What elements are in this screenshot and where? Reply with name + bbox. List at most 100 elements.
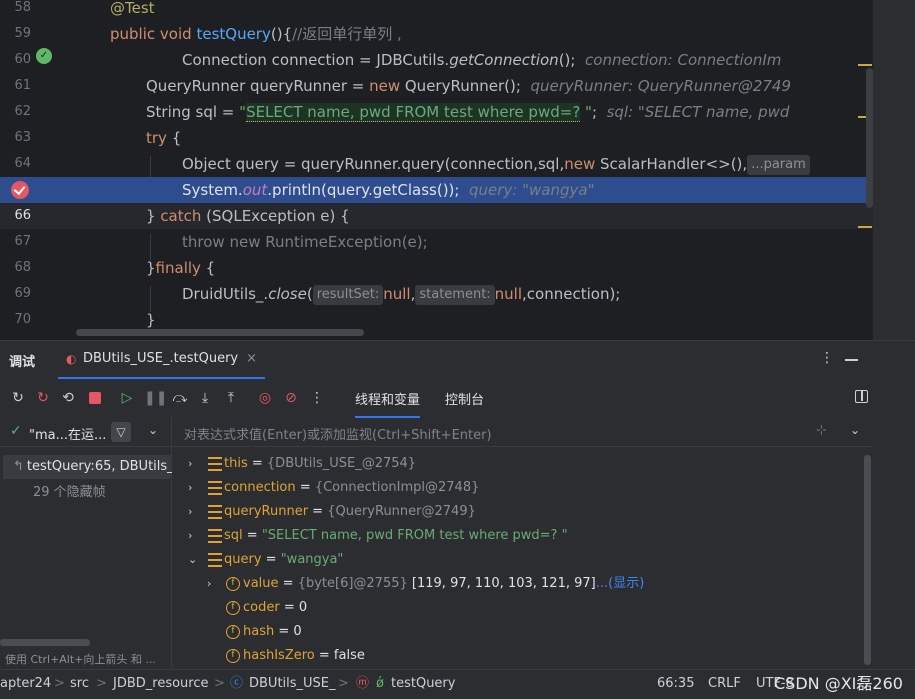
thread-selector[interactable]: ✓ "ma...在运... ▽ ⌄ [0,417,172,447]
evaluate-expression-input[interactable]: 对表达式求值(Enter)或添加监视(Ctrl+Shift+Enter) ⊹ ⌄ [172,417,873,447]
tab-threads-variables[interactable]: 线程和变量 [355,389,421,418]
editor-vertical-scrollbar[interactable] [866,68,873,208]
chevron-right-icon[interactable]: › [188,524,200,548]
inline-debug-value: sql: "SELECT name, pwd [606,103,790,121]
mute-breakpoints-icon[interactable]: ⊘ [282,389,300,407]
layout-icon[interactable] [855,390,868,403]
resume-icon[interactable]: ▷ [118,389,136,407]
code-line-60[interactable]: 60 Connection connection = JDBCutils.get… [0,47,873,73]
variable-value: 0 [298,600,308,615]
variable-name: this [224,456,248,471]
tab-console[interactable]: 控制台 [445,389,484,408]
code-editor[interactable]: 58 @Test 59 ✓ public void testQuery(){//… [0,0,915,340]
variable-value: 0 [293,624,302,639]
evaluate-placeholder: 对表达式求值(Enter)或添加监视(Ctrl+Shift+Enter) [184,428,492,443]
frames-hint: 使用 Ctrl+Alt+向上箭头 和 ... [5,653,156,666]
pause-icon[interactable]: ❚❚ [144,389,167,407]
step-out-icon[interactable]: ⤒ [222,389,240,407]
rerun-icon[interactable]: ↻ [9,389,27,407]
object-icon [208,553,222,567]
chevron-right-icon[interactable]: › [188,452,200,476]
stop-icon[interactable] [86,389,104,407]
code-line-63[interactable]: 63 try { [0,125,873,151]
line-separator[interactable]: CRLF [708,670,741,698]
frame-return-icon: ↰ [13,459,24,474]
more-icon[interactable]: ⋮ [308,389,326,407]
variable-eq: = [279,600,299,615]
show-value-link[interactable]: ...(显示) [596,576,645,591]
step-over-icon[interactable]: ⤼ [171,389,189,407]
parameter-hint[interactable]: resultSet: [312,285,384,305]
breadcrumb-class[interactable]: DBUtils_USE_ [249,670,336,698]
variable-name: connection [224,480,296,495]
close-icon[interactable]: × [246,351,257,366]
variable-eq: = [314,648,334,663]
code-line-61[interactable]: 61 QueryRunner queryRunner = new QueryRu… [0,73,873,99]
code-keyword: void [159,25,192,43]
thread-name: "ma...在运... [29,428,107,443]
code-line-58[interactable]: 58 @Test [0,0,873,21]
step-into-icon[interactable]: ⤓ [196,389,214,407]
debug-session-tab[interactable]: ◐ DBUtils_USE_.testQuery × [58,341,266,379]
code-text: ( [306,285,313,303]
chevron-right-icon[interactable]: › [188,500,200,524]
filter-icon[interactable]: ▽ [111,422,131,442]
line-number: 59 [14,26,31,41]
chevron-right-icon[interactable]: › [207,572,219,596]
code-line-59[interactable]: 59 ✓ public void testQuery(){//返回单行单列 , [0,21,873,64]
chevron-down-icon[interactable]: ⌄ [188,548,200,572]
stack-frame[interactable]: ↰ testQuery:65, DBUtils_ [3,455,172,479]
breadcrumb-module[interactable]: apter24 [0,670,51,698]
frames-panel: ✓ "ma...在运... ▽ ⌄ ↰ testQuery:65, DBUtils… [0,417,172,670]
chevron-right-icon[interactable]: › [188,476,200,500]
editor-horizontal-scrollbar[interactable] [76,329,364,336]
code-text: ScalarHandler<>(), [595,155,748,173]
view-breakpoints-icon[interactable]: ◎ [256,389,274,407]
test-icon: ǿ [376,676,384,691]
add-watch-icon[interactable]: ⊹ [816,423,827,438]
breadcrumb-src[interactable]: src [70,670,89,698]
caret-position[interactable]: 66:35 [657,670,694,698]
variable-value: {ConnectionImpl@2748} [314,480,480,495]
code-line-65-execution-point[interactable]: 65 System.out.println(query.getClass());… [0,177,873,203]
code-text: (){ [270,25,293,43]
more-options-icon[interactable]: ⋮ [820,350,834,366]
chevron-down-icon[interactable]: ⌄ [148,423,158,437]
code-text: String sql = [146,103,240,121]
variable-value: {byte[6]@2755} [297,576,408,591]
code-line-66[interactable]: 66 } catch (SQLException e) { [0,203,873,229]
code-keyword: finally [155,259,201,277]
field-icon: f [226,649,240,663]
code-static-call: getConnection [449,51,559,69]
code-keyword: throw [182,233,225,251]
minimize-icon[interactable] [845,359,858,361]
rerun-failed-icon[interactable]: ↻ [34,389,52,407]
variable-value: false [333,648,365,663]
frames-horizontal-scrollbar[interactable] [0,639,90,646]
variable-name: hash [243,624,275,639]
variable-eq: = [261,552,281,567]
breadcrumb-package[interactable]: JDBD_resource [113,670,209,698]
code-line-67[interactable]: 67 throw new RuntimeException(e); [0,229,873,255]
breadcrumb-method[interactable]: testQuery [391,670,455,698]
variable-name: sql [224,528,243,543]
hidden-frames-label[interactable]: 29 个隐藏帧 [33,481,106,505]
warning-marker[interactable] [858,64,872,66]
variables-vertical-scrollbar[interactable] [864,455,871,665]
chevron-down-icon[interactable]: ⌄ [850,423,860,437]
debug-title: 调试 [9,355,36,370]
warning-marker[interactable] [858,226,872,228]
code-string: " [580,103,592,121]
object-icon [208,481,222,495]
code-line-62[interactable]: 62 String sql = "SELECT name, pwd FROM t… [0,99,873,125]
code-line-68[interactable]: 68 }finally { [0,255,873,281]
code-line-64[interactable]: 64 Object query = queryRunner.query(conn… [0,151,873,177]
breakpoint-icon[interactable] [11,181,29,199]
code-text: .println(query.getClass()); [267,181,460,199]
code-line-69[interactable]: 69 DruidUtils_.close(resultSet: null, stat… [0,281,873,307]
parameter-hint[interactable]: ...param [747,155,810,175]
restart-icon[interactable]: ⟲ [59,389,77,407]
code-comment: //返回单行单列 , [292,25,402,43]
parameter-hint[interactable]: statement: [415,285,495,305]
code-text: System. [182,181,243,199]
